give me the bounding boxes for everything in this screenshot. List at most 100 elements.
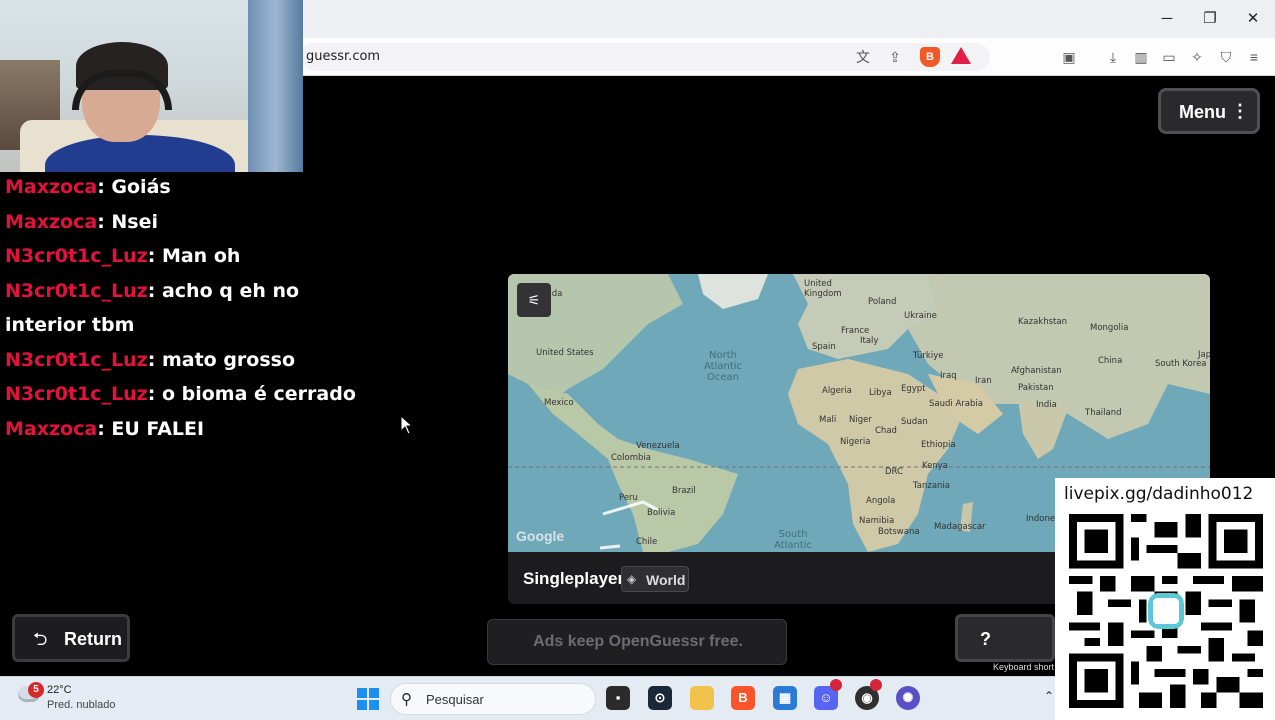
brave-icon[interactable]: B <box>731 686 755 710</box>
map-label: Chad <box>875 426 897 436</box>
map-label: Mali <box>819 415 837 425</box>
chat-text: interior tbm <box>5 314 135 336</box>
chat-message: Maxzoca: EU FALEI <box>5 417 205 440</box>
chat-username: Maxzoca <box>5 210 98 233</box>
map-label: Thailand <box>1085 408 1122 418</box>
map-label: Bolivia <box>647 508 676 518</box>
map-label: Namibia <box>859 516 895 526</box>
brave-rewards-icon[interactable] <box>951 47 971 64</box>
folder-icon[interactable] <box>690 686 714 710</box>
webcam-curtain <box>248 0 303 172</box>
map-label: South Korea <box>1155 359 1207 369</box>
map-label: United States <box>536 348 594 358</box>
map-label: Egypt <box>901 384 926 394</box>
map-label: India <box>1036 400 1057 410</box>
map-label: Niger <box>849 415 872 425</box>
chat-username: N3cr0t1c_Luz <box>5 245 148 267</box>
help-button-label: ? <box>980 629 991 649</box>
weather-condition[interactable]: Pred. nublado <box>47 699 116 711</box>
sidebar-icon[interactable]: ▥ <box>1131 47 1151 67</box>
return-button[interactable]: ⮌ Return <box>12 614 130 662</box>
map-label: Saudi Arabia <box>929 399 983 409</box>
menu-button[interactable]: Menu ⋮ <box>1158 88 1260 134</box>
minimize-icon[interactable]: ─ <box>1155 8 1179 30</box>
map-name-badge: ◈ World <box>621 566 689 592</box>
chat-text: mato grosso <box>161 348 296 371</box>
chat-message: N3cr0t1c_Luz: acho q eh no <box>5 279 300 302</box>
chat-username: Maxzoca <box>5 417 98 440</box>
map-label: Pakistan <box>1018 383 1054 393</box>
ocean-label: North Atlantic Ocean <box>703 350 743 383</box>
download-icon[interactable]: ⤓ <box>1103 47 1123 67</box>
chat-message: Maxzoca: Goiás <box>5 176 171 198</box>
brave-shield-icon[interactable]: B <box>920 47 940 67</box>
weather-notification-badge: 5 <box>28 682 44 698</box>
store-icon[interactable]: ▦ <box>773 686 797 710</box>
hamburger-menu-icon[interactable]: ≡ <box>1244 47 1264 67</box>
close-icon[interactable]: ✕ <box>1241 8 1265 30</box>
wallet-icon[interactable]: ▭ <box>1159 47 1179 67</box>
map-label: Spain <box>812 342 836 352</box>
taskbar-search[interactable]: ⚲ Pesquisar <box>390 683 596 715</box>
chat-message: Maxzoca: Nsei <box>5 210 159 233</box>
share-icon[interactable]: ⇪ <box>885 47 905 67</box>
map-label: Mongolia <box>1090 323 1129 333</box>
mouse-cursor-icon <box>400 415 414 435</box>
ocean-label: South Atlantic <box>773 529 813 551</box>
map-label: China <box>1098 356 1123 366</box>
chat-message: N3cr0t1c_Luz: mato grosso <box>5 348 296 371</box>
layers-icon: ◈ <box>627 572 637 586</box>
chat-message: N3cr0t1c_Luz: o bioma é cerrado <box>5 383 356 405</box>
map-label: Italy <box>860 336 879 346</box>
chat-username: N3cr0t1c_Luz <box>5 383 148 405</box>
map-label: Kenya <box>922 461 949 471</box>
steam-icon[interactable]: ⊙ <box>648 686 672 710</box>
donation-qr-card: livepix.gg/dadinho012 <box>1055 478 1275 720</box>
map-label: Sudan <box>901 417 928 427</box>
webcam-overlay <box>0 0 303 172</box>
google-logo: Google <box>516 528 565 544</box>
app-icon[interactable]: ✺ <box>896 686 920 710</box>
chat-text: Goiás <box>111 176 171 198</box>
keyboard-shortcuts-hint[interactable]: Keyboard short <box>993 662 1054 672</box>
ads-notice-text: Ads keep OpenGuessr free. <box>533 633 743 650</box>
map-label: DRC <box>885 467 903 477</box>
weather-temperature[interactable]: 22°C <box>47 684 72 696</box>
chevron-up-icon[interactable]: ⌃ <box>1044 689 1054 703</box>
kebab-icon: ⋮ <box>1231 101 1249 121</box>
map-label: Türkiye <box>913 351 944 361</box>
menu-button-label: Menu <box>1179 102 1226 122</box>
map-label: Ukraine <box>904 311 937 321</box>
map-label: Iran <box>975 376 992 386</box>
map-label: Nigeria <box>840 437 871 447</box>
leo-ai-icon[interactable]: ✧ <box>1187 47 1207 67</box>
windows-taskbar: 5 22°C Pred. nublado ⚲ Pesquisar ▪ ⊙ B ▦… <box>0 676 1055 720</box>
url-text[interactable]: guessr.com <box>306 49 380 64</box>
map-label: Colombia <box>611 453 651 463</box>
search-icon: ⚲ <box>401 691 412 708</box>
vpn-shield-icon[interactable]: ⛉ <box>1216 47 1236 67</box>
map-label: Tanzania <box>913 481 951 491</box>
file-explorer-icon[interactable]: ▪ <box>606 686 630 710</box>
map-label: Mexico <box>544 398 574 408</box>
reader-mode-icon[interactable]: ▣ <box>1059 47 1079 67</box>
restore-icon[interactable]: ❐ <box>1198 8 1222 30</box>
ads-notice: Ads keep OpenGuessr free. <box>487 619 787 665</box>
map-label: Botswana <box>878 527 920 537</box>
return-button-label: Return <box>64 629 122 649</box>
map-settings-icon[interactable]: ⚟ <box>517 283 551 317</box>
map-label: Chile <box>636 537 658 547</box>
help-button[interactable]: ? <box>955 614 1055 662</box>
chat-text: EU FALEI <box>111 417 205 440</box>
map-label: Ethiopia <box>921 440 956 450</box>
chat-username: N3cr0t1c_Luz <box>5 279 148 302</box>
windows-start-icon[interactable] <box>357 688 379 710</box>
map-label: Japan <box>1198 350 1210 360</box>
map-label: Kazakhstan <box>1018 317 1067 327</box>
map-label: Afghanistan <box>1011 366 1062 376</box>
taskbar-search-placeholder: Pesquisar <box>426 692 484 707</box>
back-arrow-icon: ⮌ <box>33 629 48 649</box>
map-label: Brazil <box>672 486 696 496</box>
translate-icon[interactable]: 文 <box>853 47 873 67</box>
chat-message-continuation: interior tbm <box>5 308 405 343</box>
